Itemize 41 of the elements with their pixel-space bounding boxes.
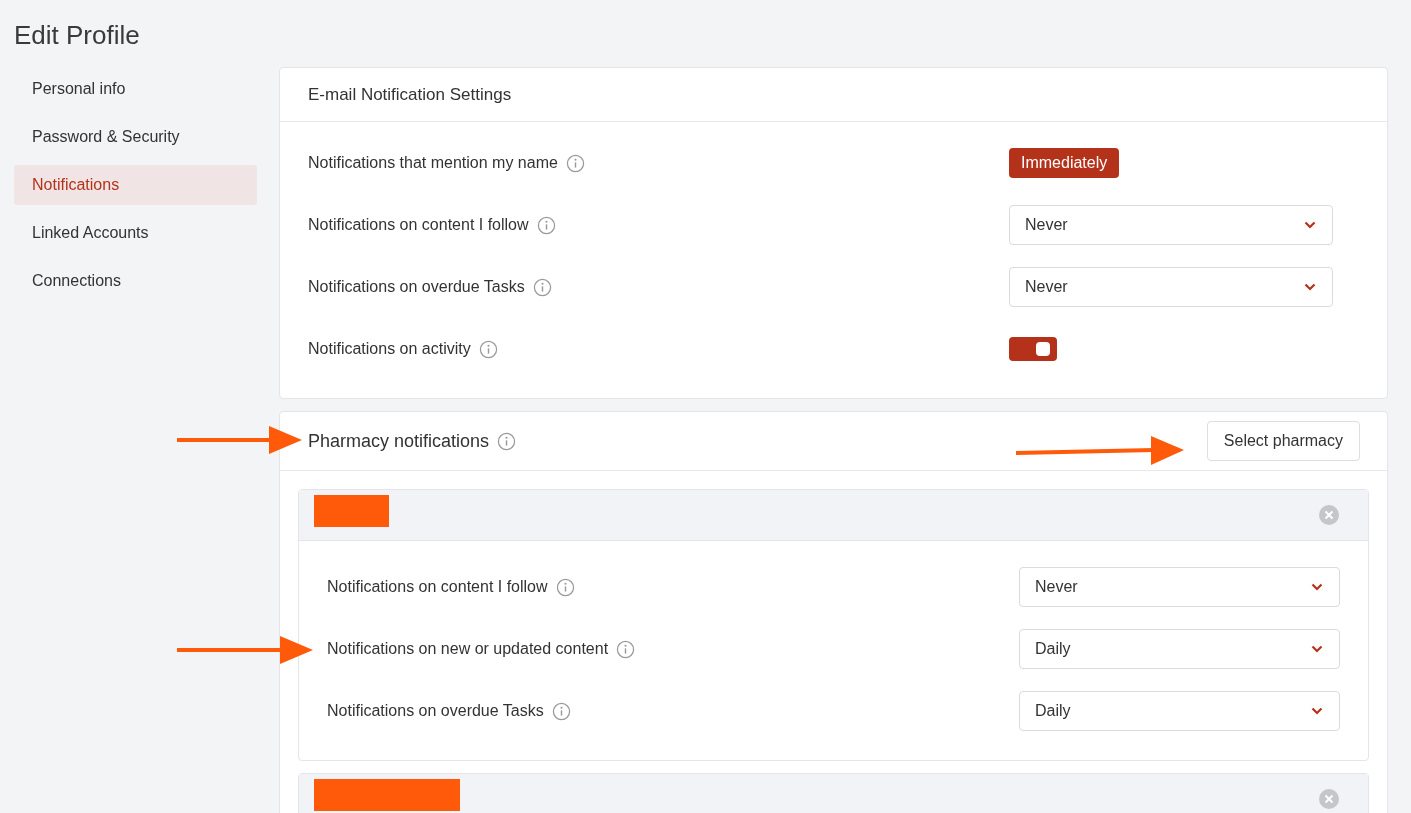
info-icon[interactable]	[497, 431, 517, 451]
select-pharmacy-button[interactable]: Select pharmacy	[1206, 421, 1360, 461]
frequency-dropdown[interactable]: Never	[1009, 205, 1333, 245]
close-icon[interactable]	[1318, 504, 1340, 526]
setting-label: Notifications on overdue Tasks	[308, 278, 525, 296]
frequency-dropdown[interactable]: Daily	[1019, 691, 1340, 731]
toggle-switch[interactable]	[1009, 337, 1057, 361]
chevron-down-icon	[1304, 221, 1316, 229]
page-title: Edit Profile	[14, 19, 140, 51]
info-icon[interactable]	[555, 577, 575, 597]
sidebar-item[interactable]: Linked Accounts	[14, 213, 257, 253]
setting-label: Notifications on content I follow	[308, 216, 529, 234]
panel-title: Pharmacy notifications	[308, 430, 490, 452]
chevron-down-icon	[1304, 283, 1316, 291]
panel-title: E-mail Notification Settings	[308, 84, 512, 105]
sidebar-item[interactable]: Notifications	[14, 165, 257, 205]
chevron-down-icon	[1311, 707, 1323, 715]
setting-label: Notifications that mention my name	[308, 154, 558, 172]
info-icon[interactable]	[532, 277, 552, 297]
arrow-icon	[177, 423, 302, 457]
setting-label: Notifications on new or updated content	[327, 640, 609, 658]
frequency-button[interactable]: Immediately	[1009, 148, 1120, 178]
info-icon[interactable]	[478, 339, 498, 359]
sidebar-item[interactable]: Personal info	[14, 69, 257, 109]
chevron-down-icon	[1311, 645, 1323, 653]
info-icon[interactable]	[536, 215, 556, 235]
frequency-dropdown[interactable]: Never	[1019, 567, 1340, 607]
chevron-down-icon	[1311, 583, 1323, 591]
arrow-icon	[177, 633, 313, 667]
info-icon[interactable]	[565, 153, 585, 173]
info-icon[interactable]	[616, 639, 636, 659]
setting-label: Notifications on activity	[308, 340, 471, 358]
arrow-icon	[1016, 434, 1184, 468]
setting-label: Notifications on overdue Tasks	[327, 702, 544, 720]
close-icon[interactable]	[1318, 788, 1340, 810]
setting-label: Notifications on content I follow	[327, 578, 548, 596]
frequency-dropdown[interactable]: Daily	[1019, 629, 1340, 669]
info-icon[interactable]	[551, 701, 571, 721]
sidebar-item[interactable]: Connections	[14, 261, 257, 301]
sidebar-item[interactable]: Password & Security	[14, 117, 257, 157]
frequency-dropdown[interactable]: Never	[1009, 267, 1333, 307]
